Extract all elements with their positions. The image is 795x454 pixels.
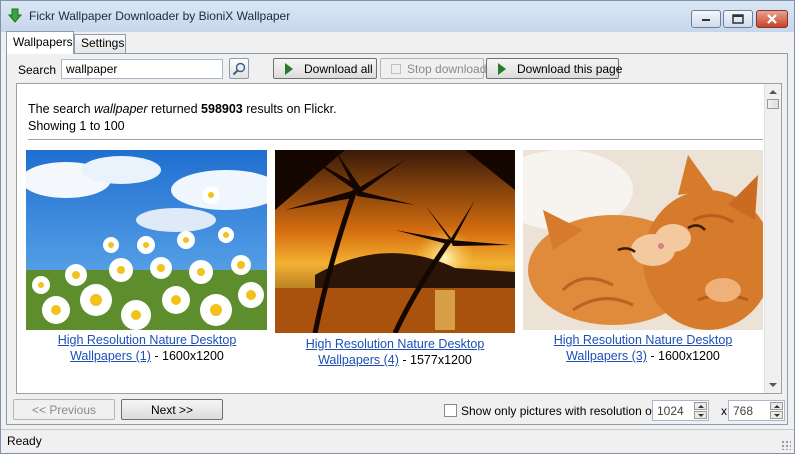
summary-showing: Showing 1 to 100 xyxy=(28,119,125,133)
results-summary: The search wallpaper returned 598903 res… xyxy=(28,101,337,135)
summary-prefix: The search xyxy=(28,102,95,116)
maximize-icon xyxy=(732,14,744,24)
summary-query: wallpaper xyxy=(94,102,148,116)
close-icon xyxy=(767,14,777,24)
close-button[interactable] xyxy=(756,10,788,28)
wallpaper-thumbnail-2[interactable] xyxy=(275,150,515,333)
stop-download-label: Stop download xyxy=(407,61,487,76)
chevron-up-icon[interactable] xyxy=(770,402,783,410)
download-page-label: Download this page xyxy=(517,61,623,76)
wallpapers-panel: Search Download all Stop download Downlo… xyxy=(6,53,788,425)
scroll-down-icon[interactable] xyxy=(769,383,777,387)
results-area: The search wallpaper returned 598903 res… xyxy=(16,83,782,394)
download-all-button[interactable]: Download all xyxy=(273,58,377,79)
download-page-button[interactable]: Download this page xyxy=(486,58,623,79)
min-width-stepper[interactable]: 1024 xyxy=(652,400,709,421)
wallpaper-resolution-2: - 1577x1200 xyxy=(398,353,472,367)
search-input[interactable] xyxy=(61,59,223,79)
resolution-filter-checkbox[interactable] xyxy=(444,404,457,417)
title-bar[interactable]: Fickr Wallpaper Downloader by BioniX Wal… xyxy=(1,1,794,32)
next-button[interactable]: Next >> xyxy=(121,399,223,420)
search-label: Search xyxy=(18,63,57,77)
maximize-button[interactable] xyxy=(723,10,753,28)
stop-download-button[interactable]: Stop download xyxy=(380,58,487,79)
summary-count: 598903 xyxy=(201,102,243,116)
chevron-up-icon[interactable] xyxy=(694,402,707,410)
tab-settings[interactable]: Settings xyxy=(74,34,126,53)
previous-button[interactable]: << Previous xyxy=(13,399,115,420)
search-button[interactable] xyxy=(229,58,249,79)
wallpaper-thumbnail-3[interactable] xyxy=(523,150,763,330)
tab-wallpapers[interactable]: Wallpapers xyxy=(6,31,74,54)
summary-middle: returned xyxy=(147,102,202,116)
daisies-image xyxy=(26,150,267,330)
wallpaper-caption-1: High Resolution Nature Desktop Wallpapers… xyxy=(22,332,272,364)
stepper-arrows[interactable] xyxy=(770,402,783,419)
chevron-down-icon[interactable] xyxy=(770,411,783,419)
chevron-down-icon[interactable] xyxy=(694,411,707,419)
resolution-separator: x xyxy=(721,404,727,418)
min-height-stepper[interactable]: 768 xyxy=(728,400,785,421)
wallpaper-resolution-3: - 1600x1200 xyxy=(646,349,720,363)
scroll-up-icon[interactable] xyxy=(769,90,777,94)
app-window: Fickr Wallpaper Downloader by BioniX Wal… xyxy=(0,0,795,454)
status-bar: Ready xyxy=(1,429,794,453)
summary-suffix: results on Flickr. xyxy=(242,102,337,116)
minimize-button[interactable] xyxy=(691,10,721,28)
palm-sunset-image xyxy=(275,150,515,333)
play-icon xyxy=(285,63,293,75)
magnifier-icon xyxy=(232,62,246,75)
kittens-image xyxy=(523,150,763,330)
wallpaper-resolution-1: - 1600x1200 xyxy=(150,349,224,363)
status-text: Ready xyxy=(7,434,42,448)
scroll-thumb[interactable] xyxy=(767,99,779,109)
wallpaper-caption-2: High Resolution Nature Desktop Wallpapers… xyxy=(270,336,520,368)
vertical-scrollbar[interactable] xyxy=(764,84,781,393)
wallpaper-caption-3: High Resolution Nature Desktop Wallpapers… xyxy=(518,332,768,364)
min-width-value: 1024 xyxy=(657,404,684,418)
wallpaper-thumbnail-1[interactable] xyxy=(26,150,267,330)
stop-icon xyxy=(391,64,401,74)
stepper-arrows[interactable] xyxy=(694,402,707,419)
resize-grip-icon[interactable] xyxy=(781,440,791,450)
minimize-icon xyxy=(702,19,710,21)
min-height-value: 768 xyxy=(733,404,754,418)
resolution-filter-label: Show only pictures with resolution over: xyxy=(461,404,672,418)
window-title: Fickr Wallpaper Downloader by BioniX Wal… xyxy=(29,9,291,23)
divider xyxy=(28,139,763,140)
download-arrow-icon xyxy=(7,8,23,23)
download-all-label: Download all xyxy=(304,61,373,76)
play-icon xyxy=(498,63,506,75)
